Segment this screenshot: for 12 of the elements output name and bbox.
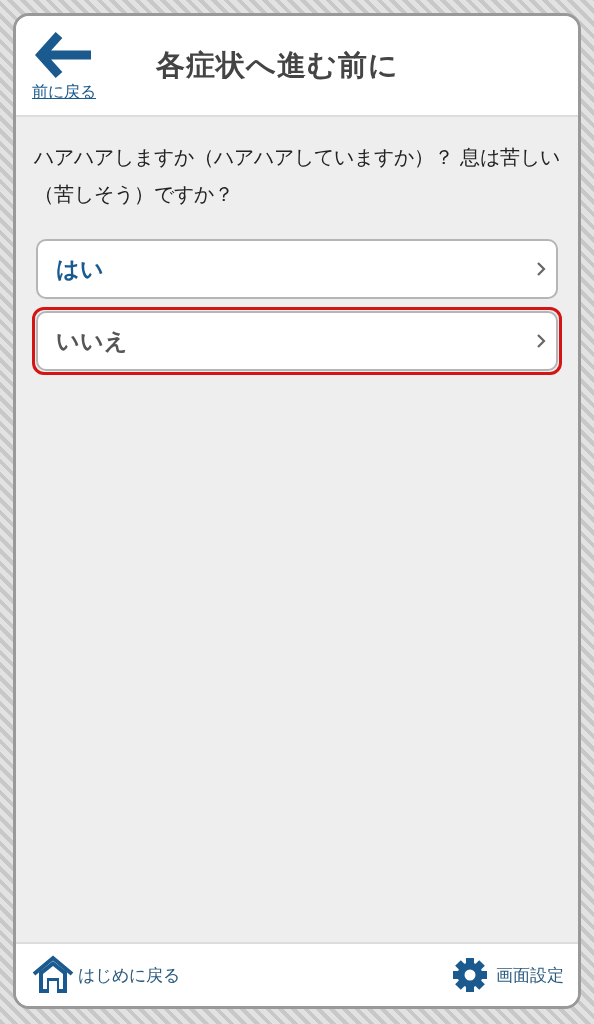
settings-link[interactable]: 画面設定 — [452, 957, 564, 993]
chevron-icon — [536, 261, 546, 277]
question-text: ハアハアしますか（ハアハアしていますか）？ 息は苦しい（苦しそう）ですか？ — [34, 144, 562, 208]
answer-button[interactable]: いいえ — [36, 311, 558, 371]
chevron-icon — [536, 333, 546, 349]
back-arrow-icon — [35, 32, 93, 78]
answer-button[interactable]: はい — [36, 239, 558, 299]
settings-icon — [452, 957, 488, 993]
home-icon — [32, 955, 74, 995]
page-title: 各症状へ進む前に — [156, 46, 399, 84]
back-link[interactable]: 前に戻る — [32, 28, 96, 103]
home-link[interactable]: はじめに戻る — [32, 955, 180, 995]
